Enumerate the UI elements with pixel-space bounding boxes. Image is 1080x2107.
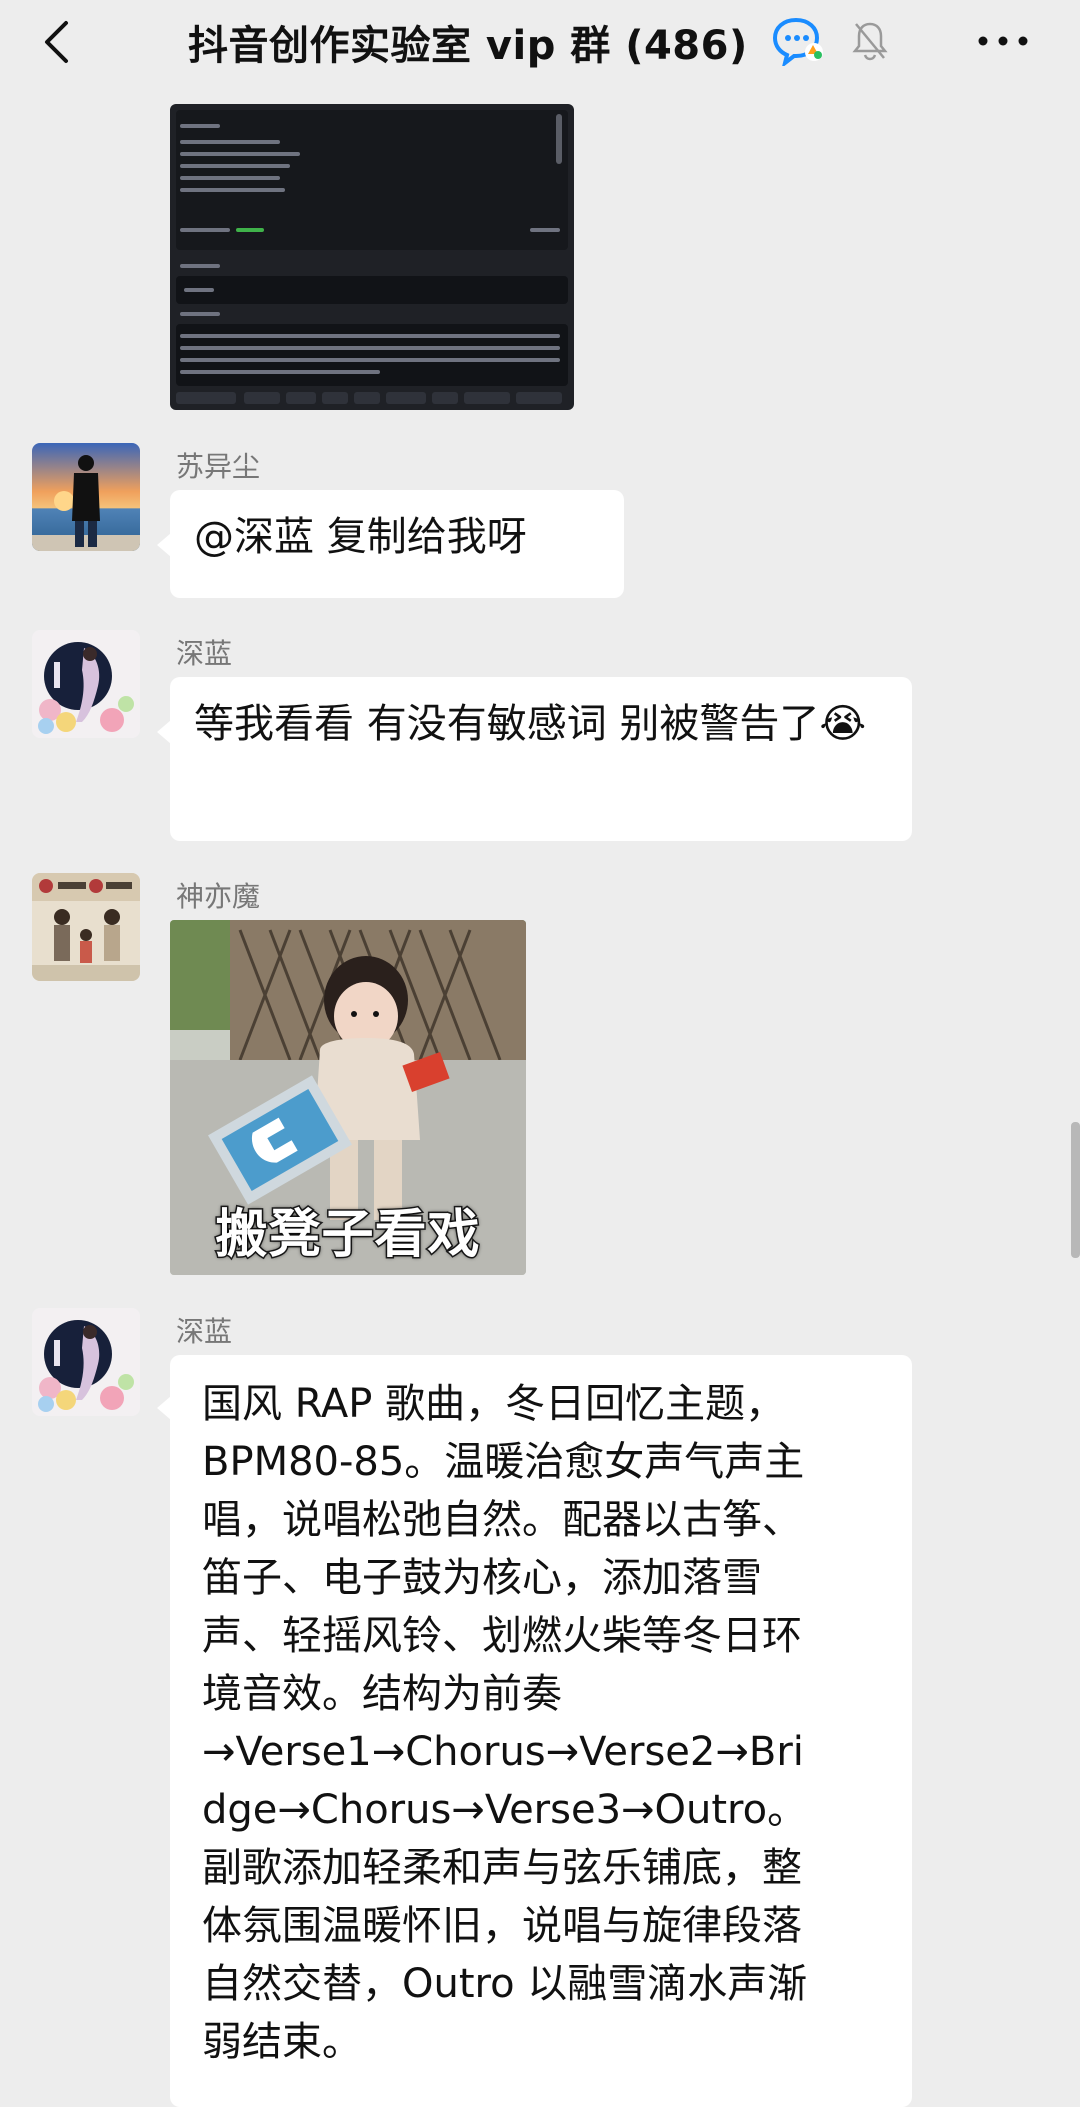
sender-name: 神亦魔 <box>176 880 261 913</box>
message-line: 国风 RAP 歌曲，冬日回忆主题， <box>202 1381 786 1427</box>
screenshot-textarea <box>176 110 568 250</box>
sticker-caption: 搬凳子看戏 <box>214 1204 481 1267</box>
sticker-image[interactable]: 搬凳子看戏 <box>170 920 526 1275</box>
mute-bell-icon <box>852 20 888 62</box>
message-line: BPM80-85。温暖治愈女声气声主 <box>202 1439 805 1485</box>
sender-name: 深蓝 <box>176 637 233 670</box>
message-bubble[interactable]: @深蓝 复制给我呀 <box>170 490 624 598</box>
message-bubble[interactable]: 国风 RAP 歌曲，冬日回忆主题， BPM80-85。温暖治愈女声气声主 唱，说… <box>170 1355 912 2107</box>
message-line: 弱结束。 <box>202 2019 362 2065</box>
message-line: 声、轻摇风铃、划燃火柴等冬日环 <box>202 1613 802 1659</box>
chat-title: 抖音创作实验室 vip 群 (486) <box>188 23 748 69</box>
message-line: 体氛围温暖怀旧，说唱与旋律段落 <box>202 1903 802 1949</box>
message-line: dge→Chorus→Verse3→Outro。 <box>202 1787 808 1833</box>
chat-header: 抖音创作实验室 vip 群 (486) <box>0 0 1080 84</box>
message-line: 自然交替，Outro 以融雪滴水声渐 <box>202 1961 808 2007</box>
message-line: 唱，说唱松弛自然。配器以古筝、 <box>202 1497 802 1543</box>
message-line: 副歌添加轻柔和声与弦乐铺底，整 <box>202 1845 802 1891</box>
message-line: →Verse1→Chorus→Verse2→Bri <box>202 1729 804 1775</box>
sender-name: 苏异尘 <box>176 450 261 483</box>
screenshot-scrollbar <box>556 114 562 164</box>
sender-name: 深蓝 <box>176 1315 233 1348</box>
more-icon[interactable] <box>975 28 1031 54</box>
message-bubble[interactable]: 等我看看 有没有敏感词 别被警告了😭 <box>170 677 912 841</box>
group-chat-icon <box>772 16 826 69</box>
scrollbar[interactable] <box>1071 1122 1080 1258</box>
avatar-shenlan[interactable] <box>32 1308 140 1416</box>
avatar-suyichen[interactable] <box>32 443 140 551</box>
back-icon[interactable] <box>36 20 76 64</box>
avatar-shenyimo[interactable] <box>32 873 140 981</box>
message-line: 境音效。结构为前奏 <box>202 1671 562 1717</box>
screenshot-image[interactable] <box>170 104 574 410</box>
message-line: 笛子、电子鼓为核心，添加落雪 <box>202 1555 762 1601</box>
avatar-shenlan[interactable] <box>32 630 140 738</box>
